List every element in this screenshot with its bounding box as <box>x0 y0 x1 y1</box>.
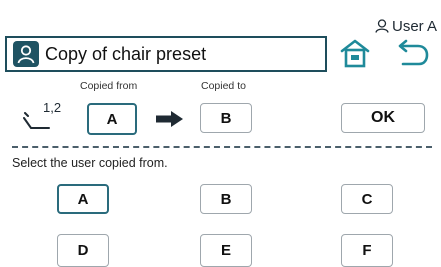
user-button-c[interactable]: C <box>341 184 393 214</box>
copied-from-slot[interactable]: A <box>87 103 137 135</box>
instruction-text: Select the user copied from. <box>12 156 168 170</box>
home-button[interactable] <box>337 38 373 72</box>
copied-from-label: Copied from <box>80 80 138 92</box>
chair-seat-icon <box>22 112 52 134</box>
arrow-right-icon <box>155 110 185 128</box>
copied-to-label: Copied to <box>201 80 246 92</box>
section-divider <box>12 146 432 148</box>
return-arrow-icon <box>395 38 431 73</box>
current-user-label: User A <box>391 17 437 35</box>
user-button-a[interactable]: A <box>57 184 109 214</box>
copied-to-slot[interactable]: B <box>200 103 252 133</box>
user-icon <box>375 19 389 33</box>
chair-preset-copy-screen: User A Copy of chair preset 1,2 Copied f… <box>0 0 441 267</box>
ok-button[interactable]: OK <box>341 103 425 133</box>
user-button-b[interactable]: B <box>200 184 252 214</box>
user-button-f[interactable]: F <box>341 234 393 267</box>
page-title: Copy of chair preset <box>45 43 207 64</box>
seat-number: 1,2 <box>43 100 62 115</box>
user-button-d[interactable]: D <box>57 234 109 267</box>
user-button-e[interactable]: E <box>200 234 252 267</box>
current-user: User A <box>375 16 437 36</box>
back-button[interactable] <box>393 38 433 72</box>
user-profile-icon <box>13 41 39 67</box>
page-title-bar: Copy of chair preset <box>5 36 327 72</box>
home-icon <box>339 38 371 73</box>
